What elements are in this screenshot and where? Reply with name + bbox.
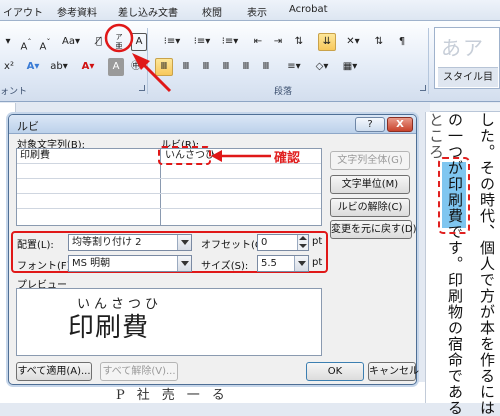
close-button[interactable]: X xyxy=(387,117,413,132)
ruby-cell[interactable] xyxy=(162,209,312,224)
tab-review[interactable]: 校閲 xyxy=(202,4,222,19)
base-cell[interactable] xyxy=(17,179,159,194)
alignment-label: 配置(L): xyxy=(17,240,54,251)
preview-box xyxy=(16,288,322,356)
document-bottom-area: P社売一る xyxy=(0,382,425,403)
asian-layout-icon[interactable]: ✕▾ xyxy=(342,33,364,51)
alignment-select[interactable]: 均等割り付け 2 xyxy=(68,234,192,251)
show-marks-icon[interactable]: ¶ xyxy=(394,33,410,51)
table-row xyxy=(17,164,321,179)
callout-annotation xyxy=(104,23,172,93)
tab-layout[interactable]: イアウト xyxy=(3,4,43,19)
font-color-icon[interactable]: A▾ xyxy=(78,58,98,76)
align-top-icon[interactable]: Ⅲ xyxy=(178,58,194,76)
font-group-label: ォント xyxy=(0,87,28,97)
callout-circle-icon xyxy=(104,23,134,53)
confirm-annotation-label: 確認 xyxy=(274,151,301,166)
ruby-highlight-annotation xyxy=(158,146,211,165)
distribute-icon[interactable]: Ⅲ xyxy=(258,58,274,76)
highlight-icon[interactable]: ab▾ xyxy=(48,58,70,76)
tab-view[interactable]: 表示 xyxy=(247,4,267,19)
style-gallery[interactable]: あア亜 スタイル目 xyxy=(434,27,500,89)
offset-unit: pt xyxy=(312,236,323,247)
size-select[interactable]: 5.5 xyxy=(257,255,309,272)
ruby-cell[interactable] xyxy=(162,164,312,179)
multilevel-list-icon[interactable]: ⁝≡▾ xyxy=(218,33,242,51)
sort-icon[interactable]: ⇅ xyxy=(291,33,307,51)
remove-ruby-button[interactable]: ルビの解除(C) xyxy=(330,198,410,217)
tab-references[interactable]: 参考資料 xyxy=(57,4,97,19)
text-effects-icon[interactable]: A▾ xyxy=(24,58,42,76)
style-label: スタイル目 xyxy=(438,67,498,87)
superscript-icon[interactable]: x² xyxy=(2,58,16,76)
line-spacing-icon[interactable]: ≡▾ xyxy=(282,58,306,76)
document-partial-text: P社売一る xyxy=(116,388,237,403)
base-cell[interactable]: 印刷費 xyxy=(17,149,159,164)
confirm-arrow xyxy=(211,150,271,162)
ruler xyxy=(430,103,500,112)
align-bottom-icon[interactable]: Ⅲ xyxy=(218,58,234,76)
base-cell[interactable] xyxy=(17,209,159,224)
justify-icon[interactable]: Ⅲ xyxy=(238,58,254,76)
ribbon-tab-bar: イアウト 参考資料 差し込み文書 校閲 表示 Acrobat xyxy=(0,0,500,21)
reset-button[interactable]: 変更を元に戻す(D) xyxy=(330,220,417,239)
table-row xyxy=(17,209,321,224)
change-case-icon[interactable]: Aa▾ xyxy=(60,33,82,51)
spin-arrows-icon[interactable] xyxy=(297,235,308,250)
cancel-button[interactable]: キャンセル xyxy=(368,362,419,381)
offset-spinner[interactable]: 0 xyxy=(257,234,309,251)
per-char-button[interactable]: 文字単位(M) xyxy=(330,175,410,194)
ruby-cell[interactable] xyxy=(162,179,312,194)
document-column-1: した。その時代、個人で方が本を作るには xyxy=(478,112,496,416)
sort-order-icon[interactable]: ⇅ xyxy=(369,33,389,51)
dialog-titlebar: ルビ ? X xyxy=(9,115,416,134)
decrease-indent-icon[interactable]: ⇤ xyxy=(250,33,266,51)
help-button[interactable]: ? xyxy=(355,117,385,132)
tab-mailings[interactable]: 差し込み文書 xyxy=(118,4,178,19)
numbering-icon[interactable]: ⁝≡▾ xyxy=(188,33,216,51)
font-label: フォント(F): xyxy=(17,261,74,272)
font-select[interactable]: MS 明朝 xyxy=(68,255,192,272)
ribbon-separator xyxy=(428,28,429,94)
selection-annotation-dashed xyxy=(438,157,470,234)
remove-all-button[interactable]: すべて解除(V)... xyxy=(100,362,178,381)
chevron-down-icon xyxy=(177,256,191,271)
chevron-down-icon xyxy=(294,256,308,271)
table-row xyxy=(17,179,321,194)
font-size-dropdown-icon[interactable]: ▾ xyxy=(2,33,14,51)
arrow-head-icon xyxy=(211,150,222,162)
ok-button[interactable]: OK xyxy=(306,362,364,381)
base-cell[interactable] xyxy=(17,194,159,209)
document-column-3: ところ xyxy=(427,112,445,160)
whole-string-button[interactable]: 文字列全体(G) xyxy=(330,151,410,170)
align-center-icon[interactable]: Ⅲ xyxy=(198,58,214,76)
borders-icon[interactable]: ▦▾ xyxy=(338,58,362,76)
ruby-cell[interactable] xyxy=(162,194,312,209)
table-row xyxy=(17,194,321,209)
chevron-down-icon xyxy=(177,235,191,250)
paragraph-dialog-launcher-icon[interactable] xyxy=(420,85,426,91)
size-label: サイズ(S): xyxy=(201,261,249,272)
preview-base: 印刷費 xyxy=(68,313,150,343)
paragraph-group-label: 段落 xyxy=(274,87,293,97)
shrink-font-icon[interactable]: Aˇ xyxy=(37,33,53,52)
base-cell[interactable] xyxy=(17,164,159,179)
shading-icon[interactable]: ◇▾ xyxy=(310,58,334,76)
apply-all-button[interactable]: すべて適用(A)... xyxy=(16,362,92,381)
dialog-title: ルビ xyxy=(17,120,39,133)
text-direction-icon[interactable]: ⇊ xyxy=(318,33,336,51)
grow-font-icon[interactable]: Aˆ xyxy=(18,33,34,52)
size-unit: pt xyxy=(312,257,323,268)
tab-acrobat[interactable]: Acrobat xyxy=(289,4,328,15)
increase-indent-icon[interactable]: ⇥ xyxy=(270,33,286,51)
